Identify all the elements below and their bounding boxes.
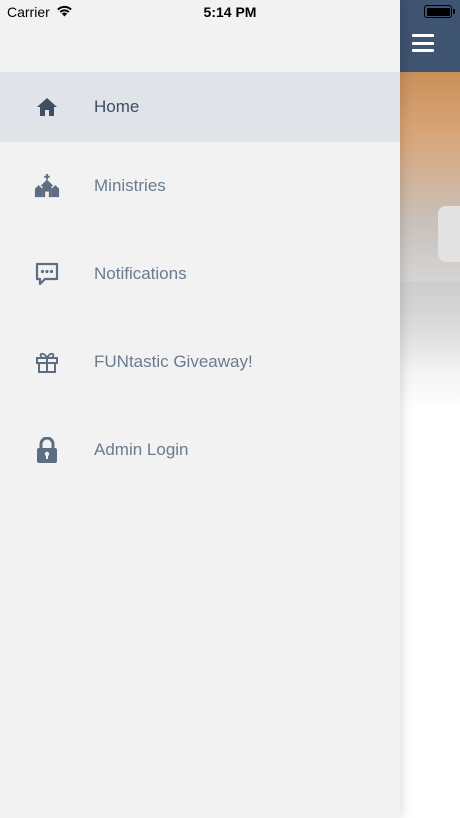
drawer-item-admin-login[interactable]: Admin Login bbox=[0, 406, 400, 494]
chat-bubble-icon bbox=[34, 261, 60, 287]
drawer-item-label: Notifications bbox=[94, 264, 187, 283]
drawer-item-label: Home bbox=[94, 97, 140, 116]
hero-rock bbox=[438, 206, 460, 262]
navigation-drawer: Home Ministries Notifications FUNtastic … bbox=[0, 0, 400, 818]
hero-image bbox=[400, 72, 460, 412]
drawer-item-notifications[interactable]: Notifications bbox=[0, 230, 400, 318]
hero-ground bbox=[400, 282, 460, 372]
battery-icon bbox=[424, 5, 452, 18]
drawer-item-label: Admin Login bbox=[94, 440, 189, 459]
church-icon bbox=[34, 173, 60, 199]
home-icon bbox=[34, 94, 60, 120]
drawer-item-label: FUNtastic Giveaway! bbox=[94, 352, 253, 371]
status-bar: Carrier 5:14 PM bbox=[0, 0, 460, 24]
gift-icon bbox=[34, 349, 60, 375]
hamburger-menu-icon[interactable] bbox=[412, 34, 434, 52]
drawer-item-ministries[interactable]: Ministries bbox=[0, 142, 400, 230]
lock-icon bbox=[34, 437, 60, 463]
drawer-item-giveaway[interactable]: FUNtastic Giveaway! bbox=[0, 318, 400, 406]
drawer-item-home[interactable]: Home bbox=[0, 72, 400, 142]
status-time: 5:14 PM bbox=[203, 4, 257, 20]
drawer-item-label: Ministries bbox=[94, 176, 166, 195]
battery-tip bbox=[453, 9, 455, 14]
